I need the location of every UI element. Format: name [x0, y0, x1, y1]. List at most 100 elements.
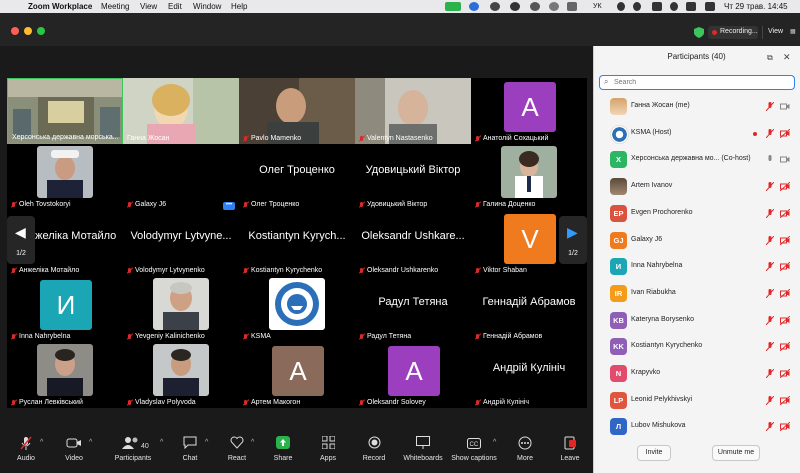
minimize-window-button[interactable] — [24, 27, 32, 35]
video-tile[interactable]: KSMA — [239, 276, 355, 342]
react-options-caret-icon[interactable]: ^ — [251, 439, 254, 446]
video-off-icon[interactable] — [780, 262, 790, 272]
video-tile[interactable]: Valentyn Nastasenko — [355, 78, 471, 144]
view-menu-button[interactable]: View ▦ — [762, 26, 797, 39]
participant-row[interactable]: Ганна Жосан (me) — [594, 94, 800, 120]
muted-mic-icon[interactable] — [766, 102, 774, 111]
show-captions-button[interactable]: CC Show captions — [449, 436, 499, 462]
video-tile[interactable]: A Анатолій Сохацький — [471, 78, 587, 144]
more-options-icon[interactable]: ••• — [223, 202, 235, 210]
video-tile[interactable]: A Артем Макогон — [239, 342, 355, 408]
close-window-button[interactable] — [11, 27, 19, 35]
search-menubar-icon[interactable] — [670, 2, 678, 11]
participant-row[interactable]: GJ Galaxy J6 — [594, 228, 800, 254]
keyboard-layout-indicator[interactable]: УК — [593, 0, 602, 13]
menu-help[interactable]: Help — [231, 0, 247, 13]
participant-row[interactable]: X Херсонська державна мо... (Co-host) — [594, 147, 800, 173]
invite-button[interactable]: Invite — [637, 445, 671, 461]
video-off-icon[interactable] — [780, 395, 790, 405]
next-page-button[interactable]: ▶ 1/2 — [559, 216, 587, 264]
recording-indicator[interactable]: Recording... — [708, 26, 758, 39]
video-tile[interactable]: Galaxy J6 ••• — [123, 144, 239, 210]
video-tile[interactable]: Kostiantyn Kyrych... Kostiantyn Kyrychen… — [239, 210, 355, 276]
participant-row[interactable]: N Krapyvko — [594, 361, 800, 387]
muted-mic-icon[interactable] — [766, 395, 774, 405]
video-tile[interactable]: Олег Троценко Олег Троценко — [239, 144, 355, 210]
share-button[interactable]: Share — [261, 436, 305, 462]
bluetooth-icon[interactable] — [617, 2, 625, 11]
menu-window[interactable]: Window — [193, 0, 221, 13]
previous-page-button[interactable]: ◀ 1/2 — [7, 216, 35, 264]
menu-meeting[interactable]: Meeting — [101, 0, 129, 13]
more-button[interactable]: More — [503, 436, 547, 462]
muted-mic-icon[interactable] — [766, 262, 774, 272]
siri-icon[interactable] — [705, 2, 715, 11]
participant-row[interactable]: IR Ivan Riabukha — [594, 281, 800, 307]
muted-mic-icon[interactable] — [766, 422, 774, 432]
menu-app-name[interactable]: Zoom Workplace — [28, 0, 92, 13]
muted-mic-icon[interactable] — [766, 235, 774, 245]
video-off-icon[interactable] — [780, 208, 790, 218]
participants-button[interactable]: 40 Participants — [110, 436, 156, 462]
video-tile[interactable]: Геннадій Абрамов Геннадій Абрамов — [471, 276, 587, 342]
video-off-icon[interactable] — [780, 235, 790, 245]
participant-row[interactable]: И Inna Nahrybelna — [594, 254, 800, 280]
video-options-caret-icon[interactable]: ^ — [89, 439, 92, 446]
video-off-icon[interactable] — [780, 288, 790, 298]
whiteboards-button[interactable]: Whiteboards — [400, 436, 446, 462]
record-button[interactable]: Record — [352, 436, 396, 462]
video-tile[interactable]: Руслан Левківський — [7, 342, 123, 408]
messenger-status-icon[interactable] — [530, 2, 540, 11]
video-on-icon[interactable] — [780, 102, 790, 111]
unmute-me-button[interactable]: Unmute me — [712, 445, 760, 461]
participant-search-field[interactable]: ⌕ — [599, 75, 795, 90]
muted-mic-icon[interactable] — [766, 288, 774, 298]
clock[interactable]: Чт 29 трав. 14:45 — [724, 0, 788, 13]
video-tile[interactable]: Андрій Кулініч Андрій Кулініч — [471, 342, 587, 408]
participant-row[interactable]: KSMA (Host) — [594, 121, 800, 147]
video-tile[interactable]: Ганна Жосан — [123, 78, 239, 144]
video-tile[interactable]: Херсонська державна морська... — [7, 78, 123, 144]
participant-row[interactable]: EP Evgen Prochorenko — [594, 201, 800, 227]
video-tile[interactable]: Vladyslav Polyvoda — [123, 342, 239, 408]
microphone-icon[interactable] — [766, 155, 774, 164]
video-off-icon[interactable] — [780, 315, 790, 325]
zoom-window-button[interactable] — [37, 27, 45, 35]
screen-status-icon[interactable] — [567, 2, 577, 11]
github-status-icon[interactable] — [510, 2, 520, 11]
video-tile[interactable]: И Inna Nahrybelna — [7, 276, 123, 342]
participant-row[interactable]: LP Leonid Pelykhivskyi — [594, 388, 800, 414]
muted-mic-icon[interactable] — [766, 369, 774, 378]
security-shield-icon[interactable] — [694, 27, 704, 38]
video-off-icon[interactable] — [780, 342, 790, 352]
dots-status-icon[interactable] — [549, 2, 559, 11]
wifi-icon[interactable] — [652, 2, 662, 11]
menu-edit[interactable]: Edit — [168, 0, 182, 13]
participant-row[interactable]: Artem Ivanov — [594, 174, 800, 200]
zoom-status-icon[interactable] — [469, 2, 479, 11]
video-on-icon[interactable] — [780, 155, 790, 164]
participant-row[interactable]: Л Lubov Mishukova — [594, 414, 800, 440]
zoom-camera-status-icon[interactable] — [445, 2, 461, 11]
video-tile[interactable]: A Oleksandr Solovey — [355, 342, 471, 408]
participants-options-caret-icon[interactable]: ^ — [160, 439, 163, 446]
pop-out-icon[interactable]: ⧉ — [767, 53, 773, 63]
muted-mic-icon[interactable] — [766, 342, 774, 352]
video-tile[interactable]: Oleksandr Ushkare... Oleksandr Ushkarenk… — [355, 210, 471, 276]
video-off-icon[interactable] — [780, 182, 790, 192]
video-tile[interactable]: Галина Доценко — [471, 144, 587, 210]
video-off-icon[interactable] — [780, 128, 790, 138]
muted-mic-icon[interactable] — [766, 182, 774, 192]
muted-mic-icon[interactable] — [766, 315, 774, 325]
close-panel-icon[interactable]: ✕ — [783, 52, 791, 63]
video-tile[interactable]: Oleh Tovstokoryi — [7, 144, 123, 210]
captions-options-caret-icon[interactable]: ^ — [493, 439, 496, 446]
video-tile[interactable]: Volodymyr Lytvyne... Volodymyr Lytvynenk… — [123, 210, 239, 276]
apps-button[interactable]: Apps — [306, 435, 350, 462]
participant-row[interactable]: KB Kateryna Borysenko — [594, 308, 800, 334]
control-center-icon[interactable] — [686, 2, 696, 11]
participant-row[interactable]: KK Kostiantyn Kyrychenko — [594, 334, 800, 360]
people-status-icon[interactable] — [490, 2, 500, 11]
chat-options-caret-icon[interactable]: ^ — [205, 439, 208, 446]
video-off-icon[interactable] — [780, 422, 790, 432]
